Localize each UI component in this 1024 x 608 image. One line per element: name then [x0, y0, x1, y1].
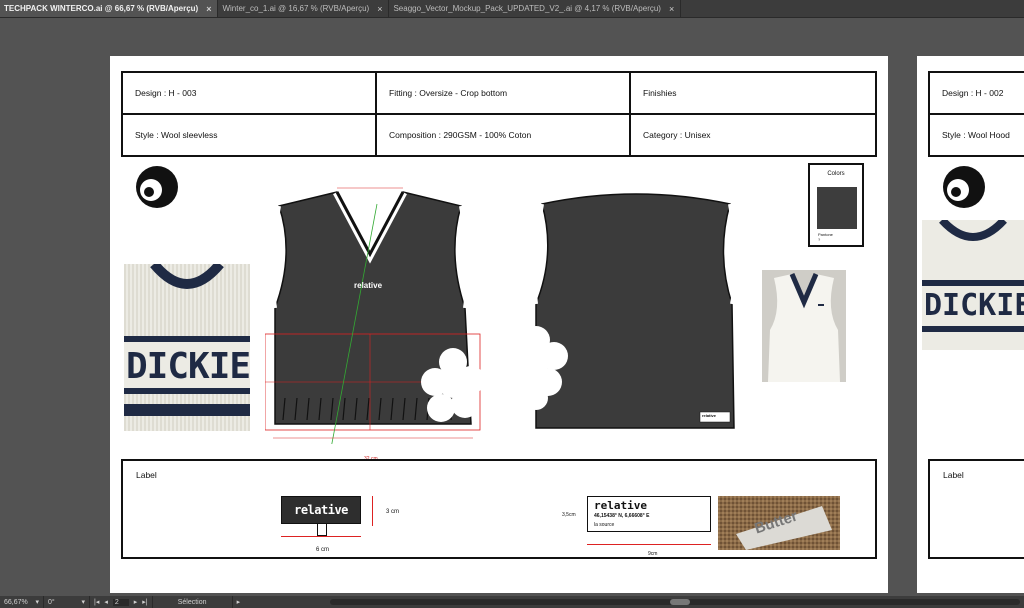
woven-label-photo[interactable]: Butter: [718, 496, 840, 550]
label-title: Label: [136, 470, 157, 480]
reference-photo-next[interactable]: DICKIE: [922, 220, 1024, 350]
reference-photo-right[interactable]: [762, 270, 846, 382]
spec-fitting[interactable]: Fitting : Oversize - Crop bottom: [377, 73, 627, 113]
swatch-code: ?: [818, 237, 821, 242]
artboard-main[interactable]: Design : H - 003 Fitting : Oversize - Cr…: [110, 56, 888, 593]
knit-texture: [922, 220, 1024, 350]
spec2-style[interactable]: Style : Wool Hood: [930, 115, 1024, 155]
label-width-line: [281, 536, 361, 537]
tab-winter-co[interactable]: Winter_co_1.ai @ 16,67 % (RVB/Aperçu) ×: [218, 0, 390, 17]
prev-artboard-icon[interactable]: ◂: [104, 598, 108, 606]
tab-label: TECHPACK WINTERCO.ai @ 66,67 % (RVB/Aper…: [4, 4, 199, 13]
brand-logo-mark: [943, 166, 985, 208]
tab-label: Winter_co_1.ai @ 16,67 % (RVB/Aperçu): [222, 4, 370, 13]
horizontal-scrollbar[interactable]: [330, 599, 1020, 605]
photo-lettering: DICKIE: [924, 288, 1024, 323]
vest-back-sketch[interactable]: [530, 184, 742, 434]
woven-label-graphic[interactable]: relative: [281, 496, 361, 524]
chevron-down-icon: ▾: [81, 599, 85, 606]
tool-status[interactable]: Sélection: [153, 596, 233, 608]
tab-techpack[interactable]: TECHPACK WINTERCO.ai @ 66,67 % (RVB/Aper…: [0, 0, 219, 17]
tab-label: Seaggo_Vector_Mockup_Pack_UPDATED_V2_.ai…: [393, 4, 661, 13]
spec-design[interactable]: Design : H - 003: [123, 73, 373, 113]
colors-title: Colors: [827, 171, 845, 177]
rotation-value: 0°: [48, 598, 55, 606]
tab-seaggo-mockup[interactable]: Seaggo_Vector_Mockup_Pack_UPDATED_V2_.ai…: [389, 0, 682, 17]
label-title: Label: [943, 470, 964, 480]
last-artboard-icon[interactable]: ▸|: [142, 598, 147, 606]
first-artboard-icon[interactable]: |◂: [94, 598, 99, 606]
tag-coords: 46,15438° N, 6,66608° E: [594, 513, 650, 519]
spec-style[interactable]: Style : Wool sleevless: [123, 115, 373, 155]
vest-front-sketch[interactable]: [265, 184, 485, 444]
rotation-select[interactable]: 0° ▾: [44, 596, 90, 608]
status-bar: 66,67% ▾ 0° ▾ |◂ ◂ 2 ▸ ▸| Sélection ▸: [0, 596, 1024, 608]
next-artboard-icon[interactable]: ▸: [134, 598, 138, 606]
spec-category[interactable]: Category : Unisex: [631, 115, 875, 155]
color-swatch[interactable]: [817, 187, 857, 229]
chevron-down-icon: ▾: [35, 599, 39, 606]
brand-logo-mark: [136, 166, 178, 208]
tag-sub: la source: [594, 522, 615, 528]
vest-chest-logo: relative: [354, 281, 383, 290]
spec-composition[interactable]: Composition : 290GSM - 100% Coton: [377, 115, 627, 155]
swatch-label: Pantone: [818, 232, 833, 237]
current-tool: Sélection: [177, 598, 207, 606]
tag-height-measure: 3,5cm: [562, 512, 576, 518]
back-hem-tag: relative: [702, 413, 717, 418]
tag-brand: relative: [594, 499, 647, 512]
vest-photo: [762, 270, 846, 382]
status-arrow-icon[interactable]: ▸: [233, 596, 245, 608]
colors-box[interactable]: Colors Pantone ?: [808, 163, 864, 247]
artboard-number[interactable]: 2: [112, 598, 129, 606]
canvas[interactable]: Design : H - 003 Fitting : Oversize - Cr…: [0, 18, 1024, 596]
label-brand-text: relative: [294, 503, 348, 517]
scrollbar-thumb[interactable]: [670, 599, 690, 605]
close-icon[interactable]: ×: [206, 4, 211, 14]
artboard-next[interactable]: Design : H - 002 Style : Wool Hood DICKI…: [917, 56, 1024, 593]
label-height-measure: 3 cm: [386, 509, 400, 515]
label-height-line: [372, 496, 373, 526]
reference-photo-left[interactable]: DICKIE: [124, 264, 250, 431]
document-tab-bar: TECHPACK WINTERCO.ai @ 66,67 % (RVB/Aper…: [0, 0, 1024, 18]
close-icon[interactable]: ×: [377, 4, 382, 14]
close-icon[interactable]: ×: [669, 4, 674, 14]
photo-lettering: DICKIE: [126, 346, 250, 387]
artboard-navigator[interactable]: |◂ ◂ 2 ▸ ▸|: [90, 596, 153, 608]
label-loop: [317, 524, 327, 536]
tag-width-measure: 9cm: [648, 551, 658, 557]
hang-tag[interactable]: relative 46,15438° N, 6,66608° E la sour…: [587, 496, 711, 532]
label-width-measure: 6 cm: [316, 547, 330, 553]
spec-finishes[interactable]: Finishies: [631, 73, 875, 113]
tag-width-line: [587, 544, 711, 545]
zoom-value: 66,67%: [4, 598, 28, 606]
spec2-design[interactable]: Design : H - 002: [930, 73, 1024, 113]
zoom-select[interactable]: 66,67% ▾: [0, 596, 44, 608]
